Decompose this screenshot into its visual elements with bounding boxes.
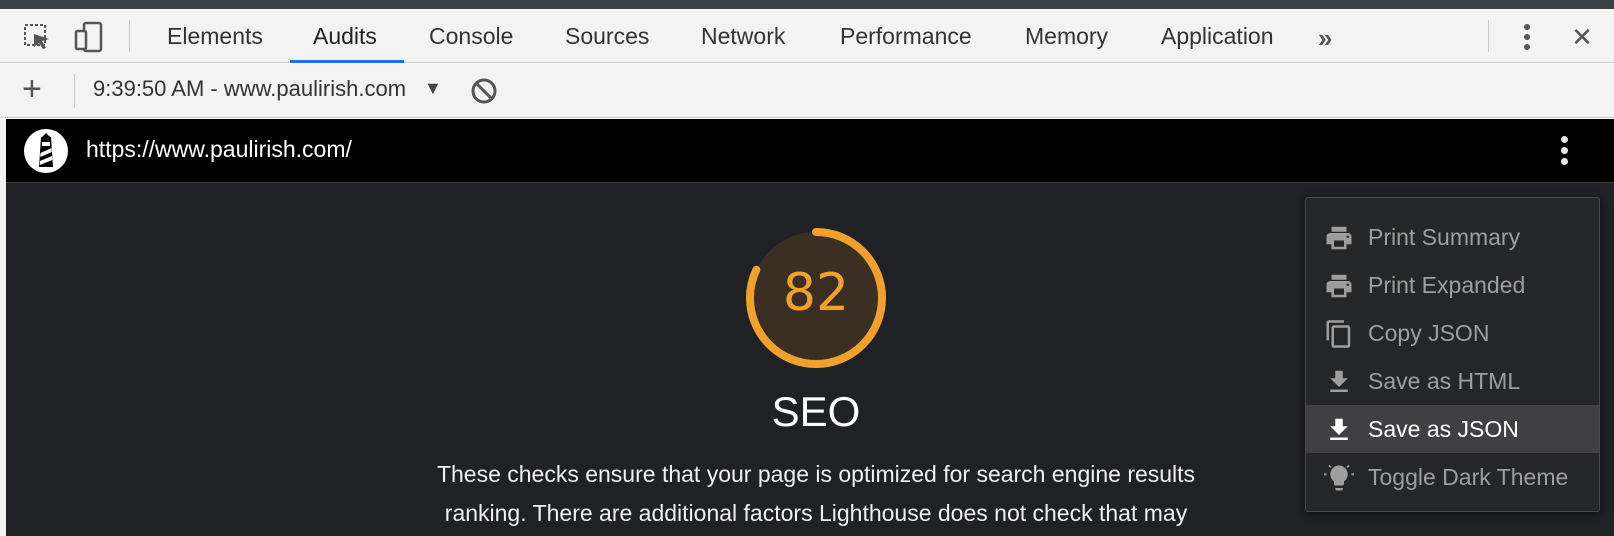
tab-performance[interactable]: Performance: [838, 9, 974, 63]
toolbar-divider: [129, 20, 130, 52]
print-icon: [1326, 274, 1352, 298]
copy-icon: [1326, 320, 1351, 348]
device-toolbar-icon[interactable]: [72, 20, 106, 54]
menu-item-label: Print Expanded: [1368, 272, 1526, 298]
menu-item-label: Toggle Dark Theme: [1368, 464, 1569, 490]
export-menu: Print Summary Print Expanded Copy JSON S…: [1305, 197, 1600, 512]
menu-item-save-json[interactable]: Save as JSON: [1306, 405, 1599, 453]
tab-audits[interactable]: Audits: [311, 9, 379, 63]
lightbulb-icon: [1324, 464, 1354, 491]
report-menu-icon[interactable]: [1554, 133, 1574, 169]
menu-item-label: Print Summary: [1368, 224, 1521, 250]
inspect-element-icon[interactable]: [20, 20, 54, 54]
lighthouse-topbar: https://www.paulirish.com/: [6, 119, 1614, 183]
category-title: SEO: [771, 388, 861, 435]
menu-item-print-expanded[interactable]: Print Expanded: [1306, 261, 1599, 309]
devtools-menu-icon[interactable]: [1510, 20, 1544, 54]
menu-item-copy-json[interactable]: Copy JSON: [1306, 309, 1599, 357]
active-tab-indicator: [290, 60, 404, 63]
menu-item-label: Save as JSON: [1368, 416, 1519, 442]
menu-item-save-html[interactable]: Save as HTML: [1306, 357, 1599, 405]
close-icon[interactable]: ✕: [1565, 20, 1599, 54]
tab-network[interactable]: Network: [699, 9, 787, 63]
report-url: https://www.paulirish.com/: [86, 136, 352, 162]
tab-application[interactable]: Application: [1159, 9, 1276, 63]
category-description: These checks ensure that your page is op…: [436, 461, 1196, 526]
audits-toolbar: + 9:39:50 AM - www.paulirish.com ▼: [0, 64, 1614, 118]
lighthouse-logo-icon: [24, 129, 68, 173]
menu-item-toggle-dark-theme[interactable]: Toggle Dark Theme: [1306, 453, 1599, 501]
tab-elements[interactable]: Elements: [165, 9, 265, 63]
more-tabs-button[interactable]: »: [1318, 23, 1332, 54]
clear-reports-icon[interactable]: [470, 77, 498, 110]
tab-memory[interactable]: Memory: [1023, 9, 1110, 63]
tab-console[interactable]: Console: [427, 9, 515, 63]
download-icon: [1330, 370, 1348, 392]
window-top-strip: [0, 0, 1614, 9]
tab-sources[interactable]: Sources: [563, 9, 651, 63]
toolbar-divider: [74, 74, 75, 108]
toolbar-divider: [1488, 20, 1489, 52]
devtools-tabbar: Elements Audits Console Sources Network …: [0, 9, 1614, 63]
new-audit-button[interactable]: +: [22, 70, 42, 109]
chevron-down-icon[interactable]: ▼: [424, 78, 442, 99]
download-icon: [1330, 418, 1348, 440]
menu-item-print-summary[interactable]: Print Summary: [1306, 213, 1599, 261]
report-selector[interactable]: 9:39:50 AM - www.paulirish.com: [93, 76, 418, 102]
menu-item-label: Copy JSON: [1368, 320, 1490, 346]
menu-item-label: Save as HTML: [1368, 368, 1521, 394]
score-value: 82: [782, 263, 850, 323]
print-icon: [1326, 226, 1352, 250]
